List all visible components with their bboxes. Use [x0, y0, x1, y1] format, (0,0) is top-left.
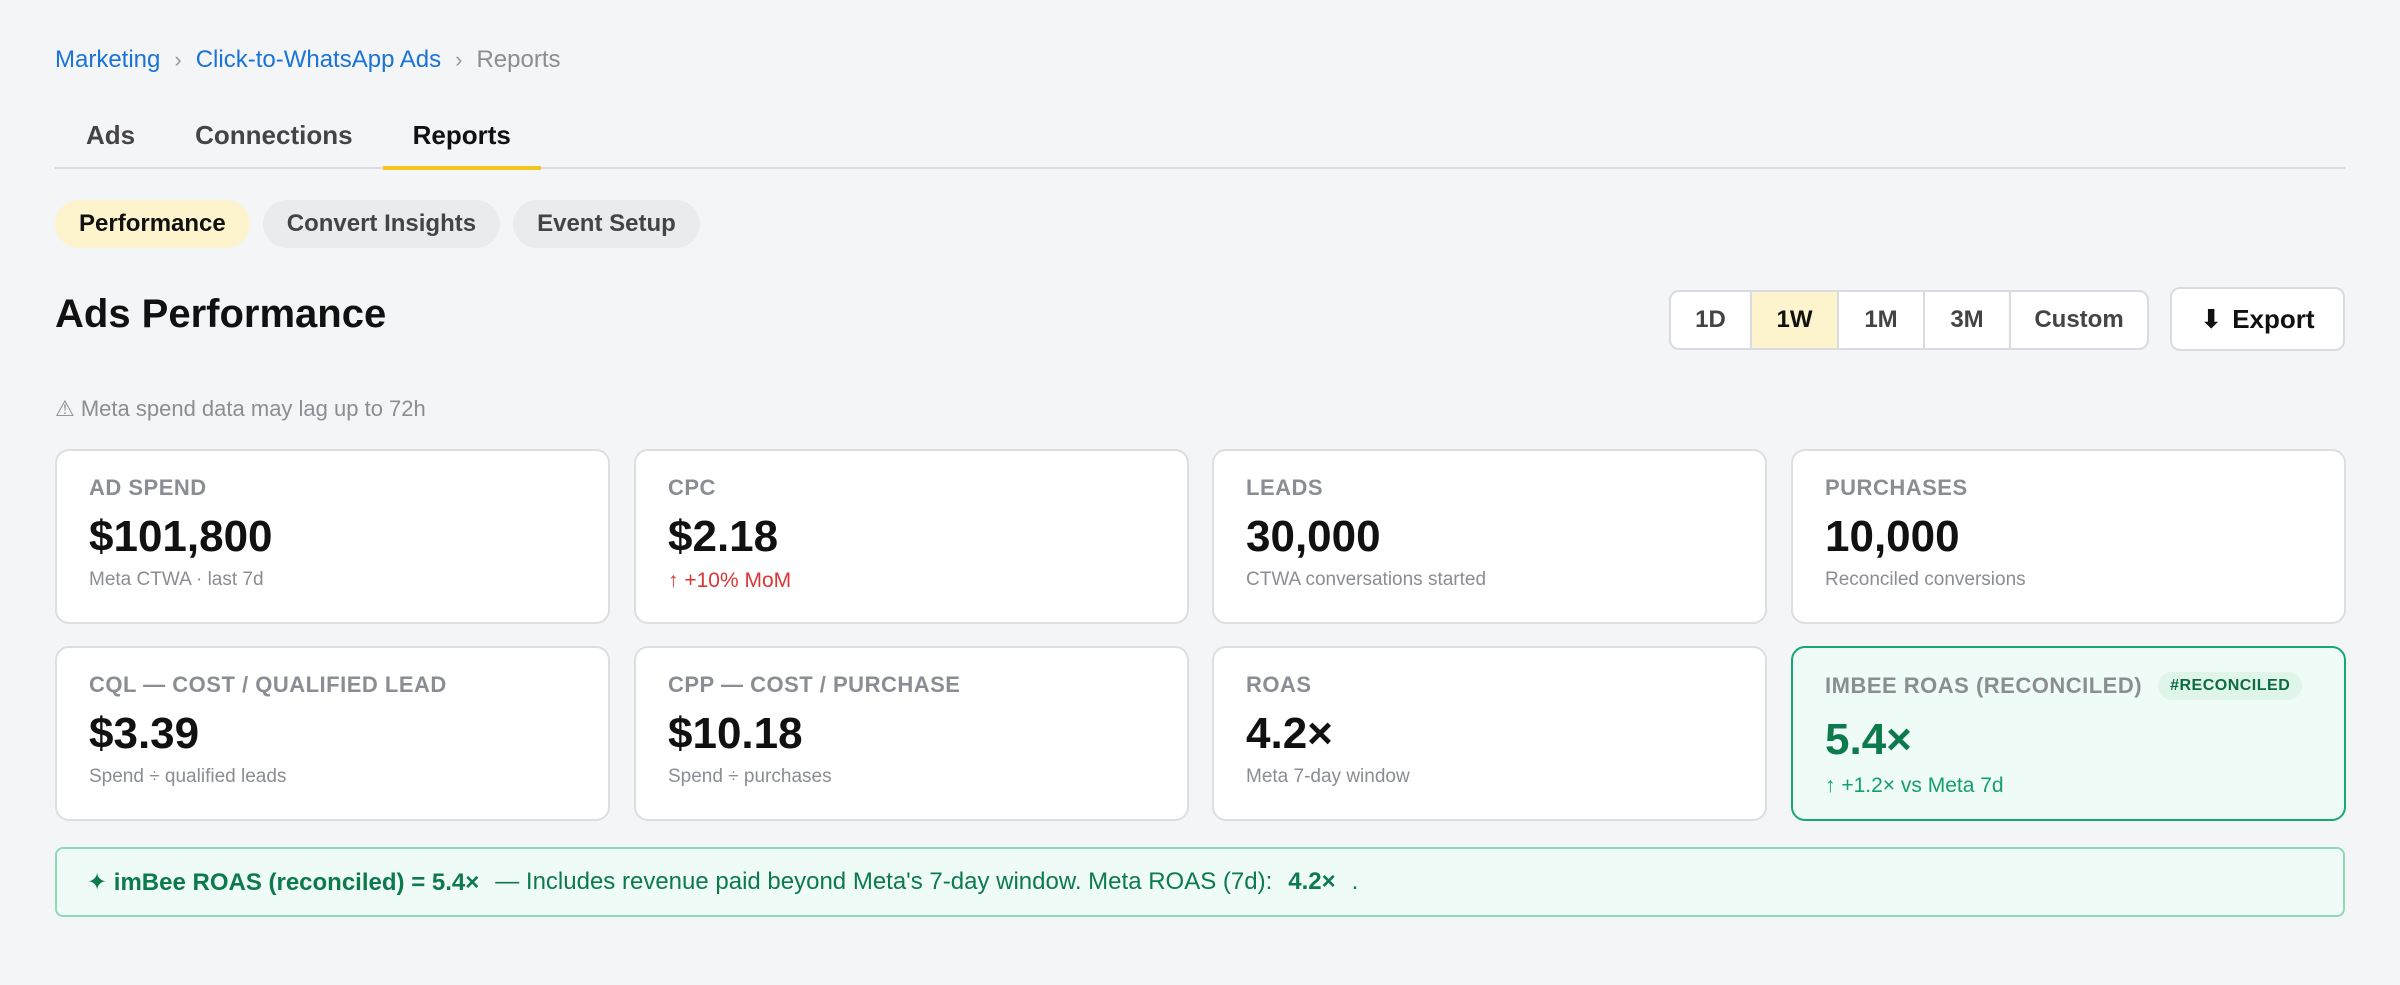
metric-card-leads: LEADS 30,000 CTWA conversations started [1212, 449, 1767, 624]
metric-card-roas: ROAS 4.2× Meta 7-day window [1212, 646, 1767, 821]
export-button[interactable]: ⬇ Export [2170, 287, 2345, 351]
metric-value: $2.18 [668, 512, 779, 561]
tab-ads[interactable]: Ads [55, 104, 165, 169]
metric-subtext: Meta CTWA · last 7d [89, 569, 264, 590]
reconciled-badge: #RECONCILED [2158, 672, 2303, 700]
banner-lead: ✦ imBee ROAS (reconciled) = 5.4× [87, 868, 480, 896]
range-option-1w[interactable]: 1W [1752, 292, 1839, 348]
warning-icon: ⚠ [55, 396, 75, 421]
metric-card-imbee-roas: IMBEE ROAS (RECONCILED) #RECONCILED 5.4×… [1791, 646, 2346, 821]
tab-reports[interactable]: Reports [382, 104, 541, 170]
download-arrow-icon: ⬇ [2200, 303, 2223, 334]
metric-subtext: Reconciled conversions [1825, 569, 2026, 590]
export-label: Export [2232, 303, 2315, 334]
banner-text: — Includes revenue paid beyond Meta's 7-… [495, 868, 1273, 895]
metric-value: $101,800 [89, 512, 273, 561]
metric-value: 30,000 [1246, 512, 1381, 561]
ads-performance-page: Marketing › Click-to-WhatsApp Ads › Repo… [0, 0, 2400, 985]
range-option-3m[interactable]: 3M [1925, 292, 2011, 348]
metric-value: 5.4× [1825, 715, 1912, 764]
date-range-selector: 1D 1W 1M 3M Custom [1669, 290, 2149, 350]
banner-meta-roas-value: 4.2× [1288, 868, 1336, 895]
metric-label: IMBEE ROAS (RECONCILED) [1825, 673, 2143, 698]
metric-trend: ↑ +10% MoM [668, 569, 792, 592]
metric-value: $10.18 [668, 709, 803, 758]
banner-end: . [1351, 868, 1359, 895]
metric-subtext: CTWA conversations started [1246, 569, 1487, 590]
subtab-convert-insights[interactable]: Convert Insights [262, 200, 501, 248]
metric-label: CPC [668, 475, 716, 500]
metric-card-cql: CQL — COST / QUALIFIED LEAD $3.39 Spend … [55, 646, 610, 821]
metric-value: $3.39 [89, 709, 200, 758]
metric-label: ROAS [1246, 672, 1312, 697]
metric-card-purchases: PURCHASES 10,000 Reconciled conversions [1791, 449, 2346, 624]
metric-label: AD SPEND [89, 475, 207, 500]
main-tabs: Ads Connections Reports [55, 104, 2345, 170]
metric-value: 4.2× [1246, 709, 1333, 758]
metric-subtext: Meta 7-day window [1246, 766, 1410, 787]
metric-subtext: Spend ÷ qualified leads [89, 766, 287, 787]
breadcrumb-separator: › [174, 47, 182, 72]
notice-text: Meta spend data may lag up to 72h [80, 396, 426, 421]
subtab-performance[interactable]: Performance [55, 200, 250, 248]
range-option-1d[interactable]: 1D [1671, 292, 1752, 348]
page-title: Ads Performance [55, 292, 387, 336]
report-subtabs: Performance Convert Insights Event Setup [55, 200, 700, 248]
breadcrumb-link-ctwa-ads[interactable]: Click-to-WhatsApp Ads [196, 46, 441, 74]
tab-connections[interactable]: Connections [165, 104, 382, 169]
metric-card-cpp: CPP — COST / PURCHASE $10.18 Spend ÷ pur… [634, 646, 1189, 821]
subtab-event-setup[interactable]: Event Setup [513, 200, 700, 248]
data-lag-notice: ⚠ Meta spend data may lag up to 72h [55, 396, 426, 422]
breadcrumb-separator: › [455, 47, 463, 72]
metric-label: LEADS [1246, 475, 1324, 500]
metric-label: PURCHASES [1825, 475, 1968, 500]
metric-label-row: IMBEE ROAS (RECONCILED) #RECONCILED [1825, 672, 2312, 700]
breadcrumb-current: Reports [476, 46, 561, 73]
metric-subtext: Spend ÷ purchases [668, 766, 832, 787]
metric-label: CQL — COST / QUALIFIED LEAD [89, 672, 447, 697]
reconciled-roas-banner: ✦ imBee ROAS (reconciled) = 5.4× — Inclu… [55, 847, 2345, 917]
range-option-1m[interactable]: 1M [1839, 292, 1925, 348]
breadcrumb: Marketing › Click-to-WhatsApp Ads › Repo… [55, 46, 561, 74]
metric-card-cpc: CPC $2.18 ↑ +10% MoM [634, 449, 1189, 624]
breadcrumb-link-marketing[interactable]: Marketing [55, 46, 160, 74]
range-option-custom[interactable]: Custom [2011, 292, 2147, 348]
metric-trend: ↑ +1.2× vs Meta 7d [1825, 774, 2004, 797]
metric-card-ad-spend: AD SPEND $101,800 Meta CTWA · last 7d [55, 449, 610, 624]
metric-value: 10,000 [1825, 512, 1960, 561]
metric-label: CPP — COST / PURCHASE [668, 672, 961, 697]
